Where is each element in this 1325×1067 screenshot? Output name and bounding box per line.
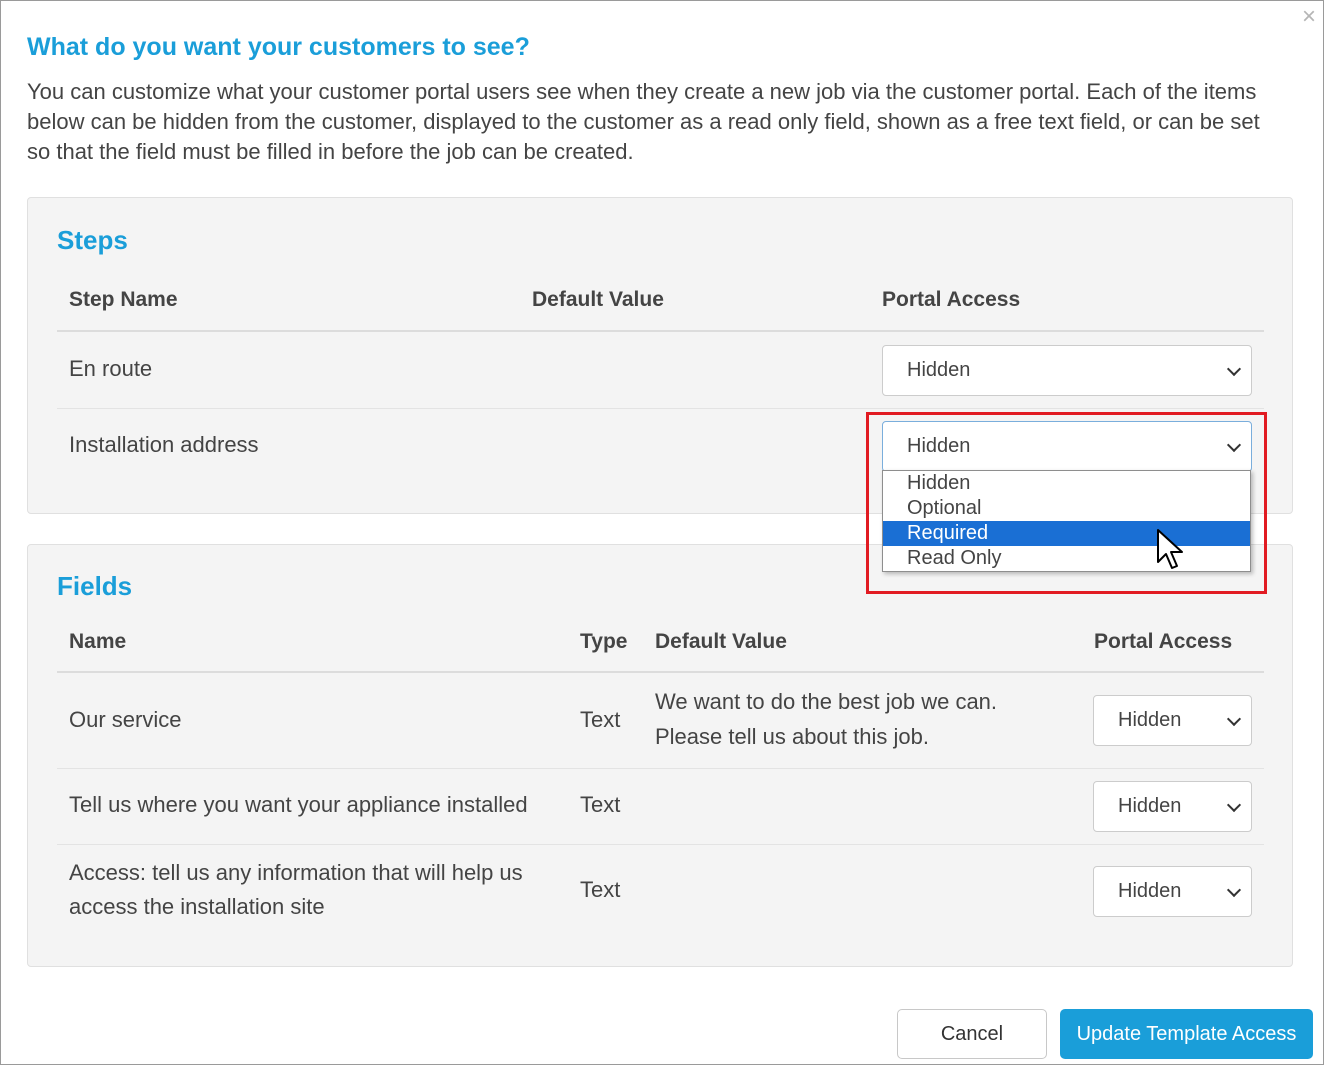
fields-col-default-value: Default Value: [655, 630, 787, 653]
fields-row-divider: [57, 844, 1264, 845]
mouse-pointer-icon: [1157, 529, 1183, 569]
fields-col-portal-access: Portal Access: [1094, 630, 1233, 653]
field-default-value-line: We want to do the best job we can.: [655, 689, 998, 714]
steps-row-divider: [57, 408, 1264, 409]
fields-row-divider: [57, 768, 1264, 769]
steps-col-default-value: Default Value: [532, 288, 664, 311]
field-default-value-line: Please tell us about this job.: [655, 724, 929, 749]
close-icon[interactable]: ×: [1302, 5, 1316, 29]
customer-portal-dialog: × What do you want your customers to see…: [0, 0, 1324, 1065]
fields-col-type: Type: [580, 630, 628, 653]
field-access-select-appliance-location[interactable]: Hidden: [1093, 781, 1252, 832]
field-type: Text: [580, 792, 621, 817]
steps-title: Steps: [57, 225, 128, 255]
field-name-access-info-line: access the installation site: [69, 894, 325, 919]
field-access-select-our-service[interactable]: Hidden: [1093, 695, 1252, 746]
field-name-appliance-location: Tell us where you want your appliance in…: [69, 792, 528, 817]
select-value: Hidden: [1118, 880, 1182, 902]
field-access-select-access-info[interactable]: Hidden: [1093, 866, 1252, 917]
chevron-down-icon: [1226, 711, 1242, 727]
field-type: Text: [580, 877, 621, 902]
step-name-installation-address: Installation address: [69, 432, 259, 457]
steps-header-divider: [57, 330, 1264, 332]
step-name-en-route: En route: [69, 356, 153, 381]
field-name-access-info-line: Access: tell us any information that wil…: [69, 860, 523, 885]
field-type: Text: [580, 707, 621, 732]
select-value: Hidden: [907, 359, 971, 381]
fields-header-divider: [57, 671, 1264, 673]
steps-col-portal-access: Portal Access: [882, 288, 1021, 311]
dialog-title: What do you want your customers to see?: [27, 33, 530, 61]
chevron-down-icon: [1226, 361, 1242, 377]
chevron-down-icon: [1226, 882, 1242, 898]
update-template-access-button[interactable]: Update Template Access: [1060, 1009, 1313, 1059]
annotation-highlight-box: [866, 412, 1267, 594]
step-access-select-en-route[interactable]: Hidden: [882, 345, 1252, 396]
field-name-our-service: Our service: [69, 707, 182, 732]
select-value: Hidden: [1118, 709, 1182, 731]
cancel-button[interactable]: Cancel: [897, 1009, 1047, 1059]
fields-title: Fields: [57, 571, 133, 601]
dialog-description: You can customize what your customer por…: [27, 79, 1260, 164]
select-value: Hidden: [1118, 795, 1182, 817]
steps-col-step-name: Step Name: [69, 288, 178, 311]
fields-col-name: Name: [69, 630, 127, 653]
fields-panel: Fields Name Type Default Value Portal Ac…: [27, 544, 1293, 967]
chevron-down-icon: [1226, 797, 1242, 813]
